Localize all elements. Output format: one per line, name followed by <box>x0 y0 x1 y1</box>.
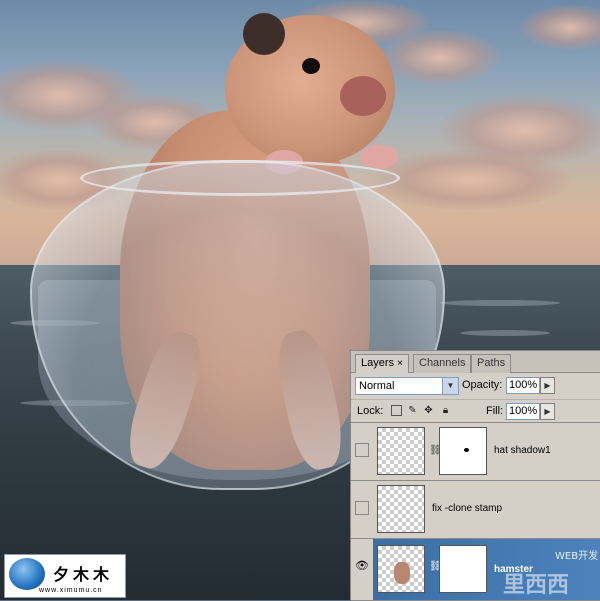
tab-paths-label: Paths <box>477 357 506 369</box>
lock-label: Lock: <box>357 405 384 417</box>
mask-thumbnail[interactable] <box>439 427 487 475</box>
lock-row: Lock: ✎ ✥ 🔒︎ Fill: 100% ▶ <box>351 399 600 423</box>
tab-channels[interactable]: Channels <box>413 354 472 373</box>
lock-pixels-brush-icon[interactable]: ✎ <box>407 405 418 416</box>
mask-dot <box>464 448 469 452</box>
lock-position-move-icon[interactable]: ✥ <box>423 405 434 416</box>
opacity-slider-arrow-icon[interactable]: ▶ <box>540 377 555 394</box>
chain-link-icon[interactable]: ⛓ <box>429 445 442 457</box>
hamster-eye <box>302 58 320 74</box>
chain-link-icon[interactable]: ⛓ <box>429 561 442 573</box>
fill-label: Fill: <box>486 405 504 417</box>
hamster-paw-right <box>360 145 398 169</box>
hamster-thumb-icon <box>394 562 410 584</box>
hamster-ear <box>243 13 285 55</box>
visibility-toggle-empty[interactable] <box>355 443 369 457</box>
logo-url: www.ximumu.cn <box>39 587 103 594</box>
eye-icon[interactable]: 👁︎ <box>355 559 369 573</box>
layer-thumbnail[interactable] <box>377 545 425 593</box>
tab-channels-label: Channels <box>419 357 466 369</box>
wave <box>460 330 550 336</box>
logo-text: 夕木木 <box>53 565 114 584</box>
visibility-toggle-empty[interactable] <box>355 501 369 515</box>
tab-layers[interactable]: Layers × <box>355 354 409 373</box>
mask-thumbnail[interactable] <box>439 545 487 593</box>
fill-slider-arrow-icon[interactable]: ▶ <box>540 403 555 420</box>
layer-thumbnail[interactable] <box>377 485 425 533</box>
watermark-cn-text: 里西西 <box>503 573 570 598</box>
layer-name[interactable]: hat shadow1 <box>494 445 551 456</box>
close-icon[interactable]: × <box>397 358 403 369</box>
layer-name[interactable]: fix -clone stamp <box>432 503 502 514</box>
wave <box>440 300 560 306</box>
globe-logo-icon <box>9 558 45 590</box>
layer-row-hamster[interactable]: 👁︎ ⛓ hamster WEB开发 里西西 <box>351 539 600 601</box>
layer-row-hat-shadow1[interactable]: ⛓ hat shadow1 <box>351 423 600 481</box>
hamster-nose <box>340 76 386 116</box>
tab-paths[interactable]: Paths <box>471 354 512 373</box>
cloud <box>370 150 570 210</box>
blend-mode-select[interactable]: Normal ▼ <box>355 377 459 395</box>
layer-thumbnail[interactable] <box>377 427 425 475</box>
panel-tabs: Layers × Channels Paths <box>351 351 600 373</box>
fishbowl-rim <box>80 160 400 196</box>
lock-all-icon[interactable]: 🔒︎ <box>440 405 451 416</box>
opacity-label: Opacity: <box>462 379 503 391</box>
chevron-down-icon[interactable]: ▼ <box>442 378 458 394</box>
watermark-web-text: WEB开发 <box>555 551 599 562</box>
blend-mode-value: Normal <box>359 380 395 392</box>
opacity-field[interactable]: 100% <box>506 377 540 394</box>
layer-row-fix-clone-stamp[interactable]: fix -clone stamp <box>351 481 600 539</box>
lock-transparency-icon[interactable] <box>391 405 402 416</box>
tab-layers-label: Layers <box>361 357 395 369</box>
layers-panel: Layers × Channels Paths Normal ▼ Opacity:… <box>350 350 600 601</box>
fill-field[interactable]: 100% <box>506 403 540 420</box>
site-logo: 夕木木 www.ximumu.cn <box>4 554 126 598</box>
